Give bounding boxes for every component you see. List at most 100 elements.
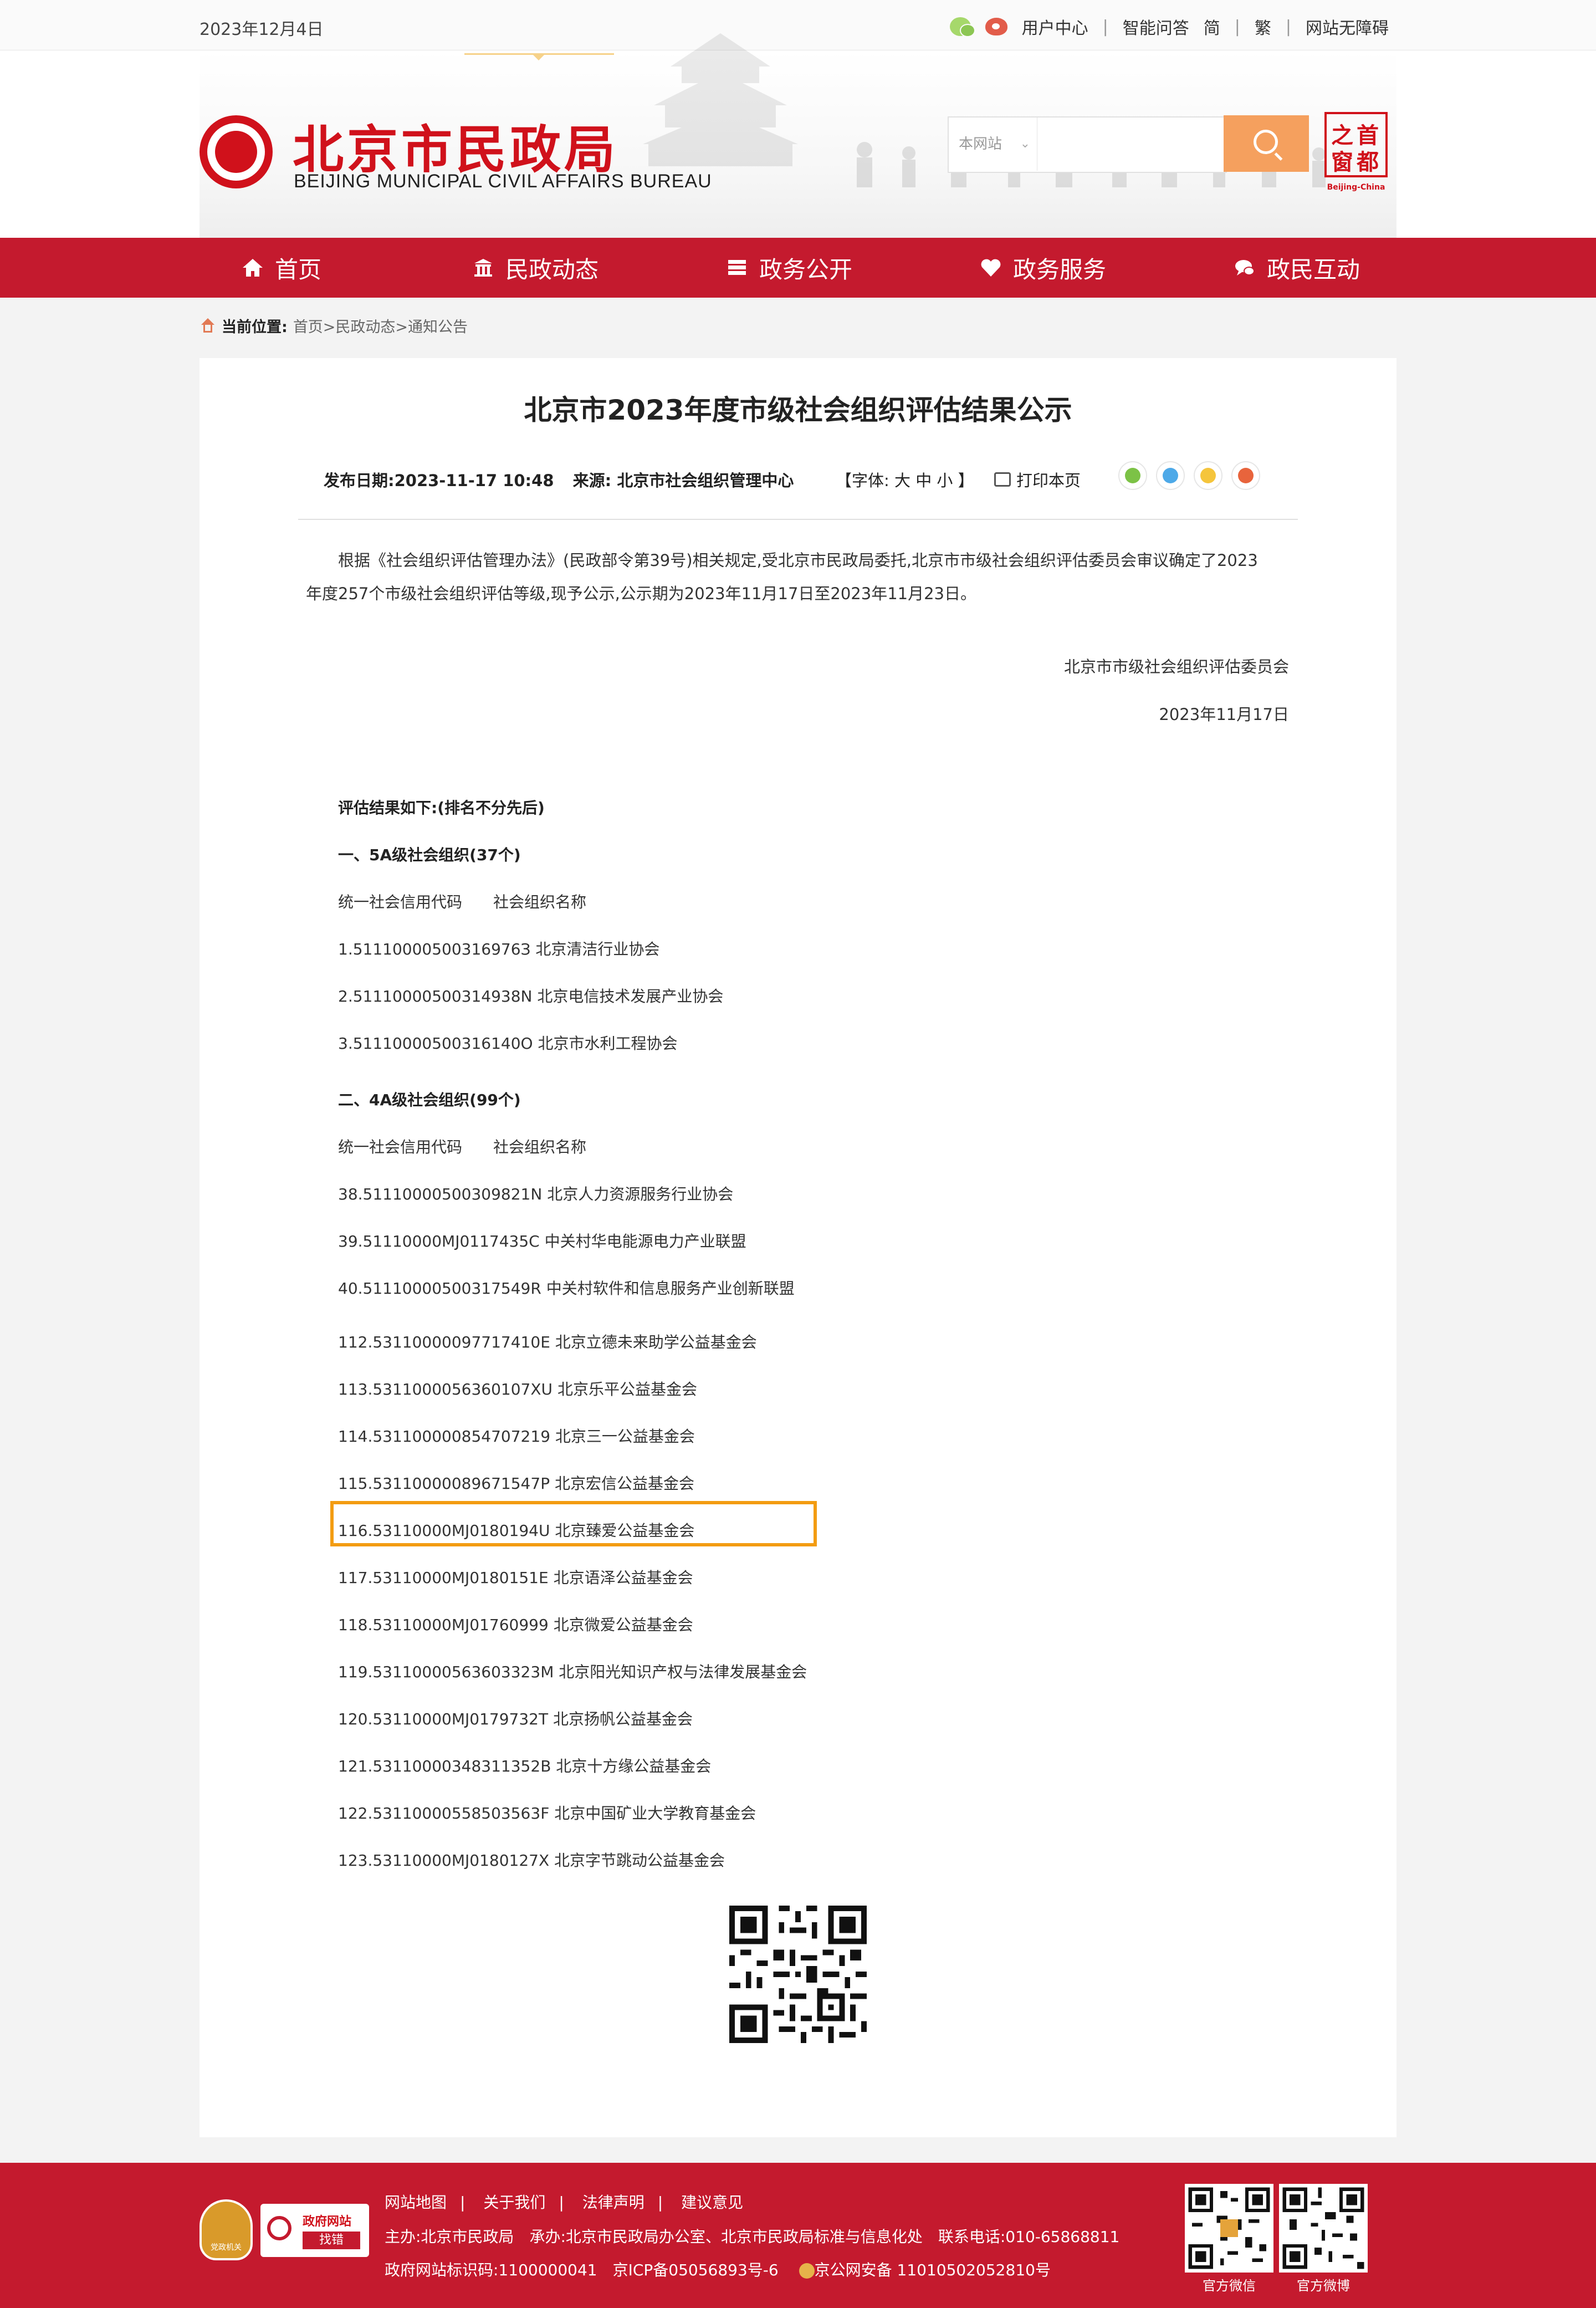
- sitemap-link[interactable]: 网站地图: [385, 2193, 447, 2212]
- building-icon: [474, 259, 492, 277]
- breadcrumb-path[interactable]: 首页>民政动态>通知公告: [293, 315, 468, 336]
- breadcrumb: 当前位置: 首页>民政动态>通知公告: [200, 315, 468, 336]
- results-heading: 评估结果如下:(排名不分先后): [338, 799, 545, 817]
- intro-line-1: 根据《社会组织评估管理办法》(民政部令第39号)相关规定,受北京市民政局委托,北…: [338, 551, 1258, 570]
- divider: |: [1102, 17, 1108, 37]
- nav-item-gov-affairs[interactable]: 政务公开: [726, 238, 852, 298]
- list-item: 118.53110000MJ01760999 北京微爱公益基金会: [338, 1616, 693, 1634]
- accessibility-link[interactable]: 网站无障碍: [1306, 14, 1389, 39]
- find-error-button[interactable]: 政府网站 找错: [260, 2204, 369, 2257]
- capital-char: 都: [1357, 149, 1379, 175]
- nav-item-home[interactable]: 首页: [242, 238, 321, 298]
- about-link[interactable]: 关于我们: [483, 2193, 545, 2212]
- column-header: 统一社会信用代码 社会组织名称: [338, 893, 587, 911]
- logo-subtitle: BEIJING MUNICIPAL CIVIL AFFAIRS BUREAU: [294, 171, 712, 192]
- stack-icon: [728, 260, 746, 275]
- capital-logo-en: Beijing-China: [1327, 183, 1385, 192]
- suggestion-link[interactable]: 建议意见: [681, 2193, 743, 2212]
- top-links: 用户中心 | 智能问答 简 | 繁 | 网站无障碍: [949, 14, 1389, 39]
- intro-paragraph-cont: 年度257个市级社会组织评估等级,现予公示,公示期为2023年11月17日至20…: [306, 576, 1292, 611]
- icp-number[interactable]: 京ICP备05056893号-6: [613, 2261, 779, 2279]
- nav-item-civil-news[interactable]: 民政动态: [472, 238, 598, 298]
- list-item: 39.51110000MJ0117435C 中关村华电能源电力产业联盟: [338, 1232, 746, 1250]
- print-button[interactable]: 打印本页: [994, 468, 1081, 491]
- list-item: 123.53110000MJ0180127X 北京字节跳动公益基金会: [338, 1851, 725, 1870]
- police-badge-icon: [799, 2263, 815, 2279]
- temple-silhouette: [643, 33, 798, 166]
- chat-icon: [1235, 260, 1255, 275]
- intro-paragraph: 根据《社会组织评估管理办法》(民政部令第39号)相关规定,受北京市民政局委托,北…: [306, 543, 1292, 578]
- column-header: 统一社会信用代码 社会组织名称: [338, 1138, 587, 1156]
- weibo-qr-label: 官方微博: [1297, 2278, 1350, 2294]
- site-id: 政府网站标识码:1100000041: [385, 2261, 597, 2279]
- weibo-icon[interactable]: [985, 18, 1007, 35]
- article-source: 来源: 北京市社会组织管理中心: [572, 471, 794, 490]
- list-item: 120.53110000MJ0179732T 北京扬帆公益基金会: [338, 1710, 693, 1728]
- highlight-box: [330, 1501, 817, 1546]
- traditional-link[interactable]: 繁: [1255, 14, 1271, 39]
- share-weibo-button[interactable]: [1231, 461, 1260, 490]
- search-scope-label: 本网站: [959, 136, 1002, 152]
- list-item: 112.53110000097717410E 北京立德未来助学公益基金会: [338, 1333, 757, 1351]
- nav-item-interaction[interactable]: 政民互动: [1234, 238, 1360, 298]
- list-item: 38.51110000500309821N 北京人力资源服务行业协会: [338, 1185, 734, 1203]
- nav-item-gov-services[interactable]: 政务服务: [980, 238, 1106, 298]
- footer-links: 网站地图 | 关于我们 | 法律声明 | 建议意见: [385, 2190, 743, 2213]
- bureau-emblem[interactable]: [200, 115, 273, 188]
- user-center-link[interactable]: 用户中心: [1022, 14, 1088, 39]
- nav-label: 民政动态: [505, 256, 599, 283]
- legal-link[interactable]: 法律声明: [582, 2193, 644, 2212]
- qq-icon: [1163, 468, 1178, 483]
- smart-qa-link[interactable]: 智能问答: [1123, 14, 1189, 39]
- undertake: 承办:北京市民政局办公室、北京市民政局标准与信息化处: [529, 2228, 923, 2246]
- breadcrumb-label: 当前位置:: [222, 319, 288, 336]
- nav-label: 政务公开: [759, 256, 853, 283]
- footer-id-line: 政府网站标识码:1100000041 京ICP备05056893号-6 京公网安备…: [385, 2258, 1051, 2280]
- list-item: 119.53110000563603323M 北京阳光知识产权与法律发展基金会: [338, 1663, 807, 1681]
- home-icon[interactable]: [200, 318, 216, 334]
- find-error-title: 政府网站: [303, 2215, 352, 2229]
- article-qr-code: [729, 1906, 867, 2043]
- wechat-icon[interactable]: [949, 17, 975, 37]
- article-meta: 发布日期:2023-11-17 10:48 来源: 北京市社会组织管理中心: [324, 468, 807, 491]
- publish-date: 发布日期:2023-11-17 10:48: [324, 471, 554, 490]
- page-title: 北京市2023年度市级社会组织评估结果公示: [524, 394, 1072, 426]
- font-size-selector[interactable]: 【字体: 大 中 小 】: [836, 468, 974, 491]
- list-item: 113.5311000056360107XU 北京乐平公益基金会: [338, 1380, 697, 1398]
- wechat-icon: [1125, 468, 1140, 483]
- meta-divider: [298, 519, 1298, 520]
- host: 主办:北京市民政局: [385, 2228, 514, 2246]
- simplified-link[interactable]: 简: [1204, 14, 1220, 39]
- divider: |: [1285, 17, 1291, 37]
- print-label: 打印本页: [1016, 471, 1081, 490]
- find-error-label: 找错: [303, 2232, 360, 2249]
- capital-char: 窗: [1331, 149, 1353, 175]
- printer-icon: [994, 472, 1011, 487]
- divider: |: [460, 2193, 466, 2212]
- share-wechat-button[interactable]: [1118, 461, 1147, 490]
- police-record[interactable]: 京公网安备 11010502052810号: [815, 2261, 1051, 2279]
- nav-active-arrow: [533, 55, 544, 60]
- weibo-icon: [1238, 468, 1254, 483]
- divider: |: [1234, 17, 1240, 37]
- share-favorite-button[interactable]: [1194, 461, 1222, 490]
- section-5a-heading: 一、5A级社会组织(37个): [338, 846, 521, 864]
- search-button[interactable]: [1224, 115, 1309, 172]
- star-icon: [1200, 468, 1216, 483]
- sign-date: 2023年11月17日: [1159, 705, 1289, 724]
- badge-label: 党政机关: [211, 2243, 242, 2252]
- capital-window-logo[interactable]: 首 都 之 窗 Beijing-China: [1324, 112, 1388, 192]
- share-qq-button[interactable]: [1156, 461, 1185, 490]
- chevron-down-icon: ⌄: [1020, 137, 1030, 151]
- heart-icon: [981, 259, 1001, 277]
- search-scope-select[interactable]: 本网站 ⌄: [949, 118, 1037, 171]
- search-icon: [1254, 130, 1278, 154]
- magnifier-icon: [267, 2216, 291, 2240]
- list-item: 115.53110000089671547P 北京宏信公益基金会: [338, 1474, 694, 1493]
- list-item: 122.53110000558503563F 北京中国矿业大学教育基金会: [338, 1804, 756, 1822]
- phone: 联系电话:010-65868811: [938, 2228, 1120, 2246]
- list-item: 2.51110000500314938N 北京电信技术发展产业协会: [338, 987, 724, 1005]
- list-item: 40.51110000500317549R 中关村软件和信息服务产业创新联盟: [338, 1279, 795, 1298]
- home-icon: [243, 259, 263, 277]
- current-date: 2023年12月4日: [200, 20, 324, 39]
